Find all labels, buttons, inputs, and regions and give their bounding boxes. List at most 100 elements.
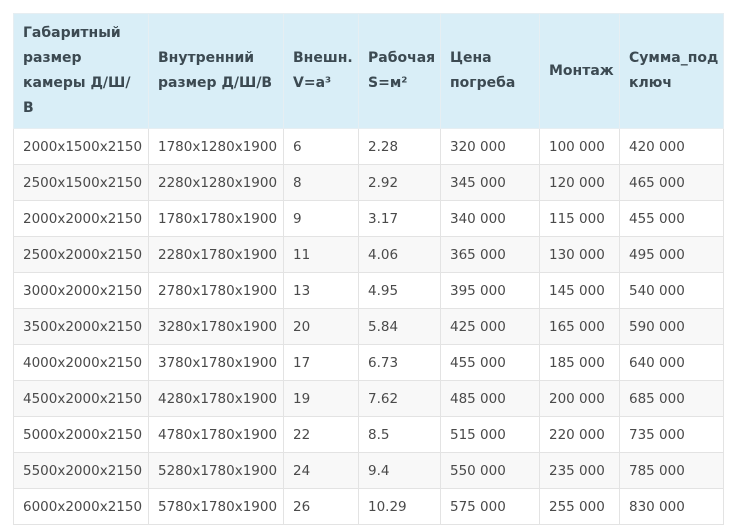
cell-inner-size: 1780x1780x1900	[148, 200, 284, 237]
cell-installation: 185 000	[539, 344, 620, 381]
cell-turnkey-total: 735 000	[619, 416, 724, 453]
cell-installation: 120 000	[539, 164, 620, 201]
table-row: 4000x2000x2150 3780x1780x1900 17 6.73 455 00…	[13, 344, 724, 381]
cell-working-area: 9.4	[358, 452, 441, 489]
cell-outer-volume: 11	[283, 236, 359, 273]
table-row: 5500x2000x2150 5280x1780x1900 24 9.4 550 000…	[13, 452, 724, 489]
cell-installation: 100 000	[539, 128, 620, 165]
cell-price: 425 000	[440, 308, 540, 345]
table-body: 2000x1500x2150 1780x1280x1900 6 2.28 320 000…	[13, 128, 724, 525]
table-row: 3500x2000x2150 3280x1780x1900 20 5.84 425 00…	[13, 308, 724, 345]
cell-inner-size: 5780x1780x1900	[148, 488, 284, 525]
header-price: Цена погреба	[440, 13, 540, 129]
cell-outer-volume: 17	[283, 344, 359, 381]
cell-outer-size: 2000x1500x2150	[13, 128, 149, 165]
cell-price: 515 000	[440, 416, 540, 453]
cell-price: 340 000	[440, 200, 540, 237]
cell-inner-size: 2280x1780x1900	[148, 236, 284, 273]
cell-outer-volume: 22	[283, 416, 359, 453]
cell-outer-volume: 13	[283, 272, 359, 309]
cell-outer-volume: 8	[283, 164, 359, 201]
price-table-container: Габаритный размер камеры Д/Ш/В Внутренни…	[13, 13, 724, 525]
cell-price: 395 000	[440, 272, 540, 309]
cell-price: 365 000	[440, 236, 540, 273]
cell-turnkey-total: 455 000	[619, 200, 724, 237]
cell-inner-size: 4280x1780x1900	[148, 380, 284, 417]
header-outer-size: Габаритный размер камеры Д/Ш/В	[13, 13, 149, 129]
cell-turnkey-total: 420 000	[619, 128, 724, 165]
cell-inner-size: 1780x1280x1900	[148, 128, 284, 165]
cell-installation: 130 000	[539, 236, 620, 273]
cell-turnkey-total: 830 000	[619, 488, 724, 525]
cell-inner-size: 2780x1780x1900	[148, 272, 284, 309]
cell-price: 320 000	[440, 128, 540, 165]
cell-working-area: 4.06	[358, 236, 441, 273]
cell-working-area: 3.17	[358, 200, 441, 237]
header-turnkey-total: Сумма_под ключ	[619, 13, 724, 129]
cell-outer-size: 5000x2000x2150	[13, 416, 149, 453]
cell-working-area: 2.92	[358, 164, 441, 201]
table-row: 2500x2000x2150 2280x1780x1900 11 4.06 365 00…	[13, 236, 724, 273]
cell-inner-size: 5280x1780x1900	[148, 452, 284, 489]
cell-working-area: 2.28	[358, 128, 441, 165]
cell-installation: 200 000	[539, 380, 620, 417]
price-table: Габаритный размер камеры Д/Ш/В Внутренни…	[13, 13, 724, 525]
table-header: Габаритный размер камеры Д/Ш/В Внутренни…	[13, 13, 724, 129]
cell-turnkey-total: 495 000	[619, 236, 724, 273]
cell-price: 550 000	[440, 452, 540, 489]
table-row: 5000x2000x2150 4780x1780x1900 22 8.5 515 000…	[13, 416, 724, 453]
cell-working-area: 6.73	[358, 344, 441, 381]
cell-inner-size: 2280x1280x1900	[148, 164, 284, 201]
cell-inner-size: 4780x1780x1900	[148, 416, 284, 453]
cell-turnkey-total: 640 000	[619, 344, 724, 381]
cell-working-area: 7.62	[358, 380, 441, 417]
cell-inner-size: 3780x1780x1900	[148, 344, 284, 381]
cell-inner-size: 3280x1780x1900	[148, 308, 284, 345]
cell-installation: 145 000	[539, 272, 620, 309]
cell-installation: 255 000	[539, 488, 620, 525]
table-row: 2000x2000x2150 1780x1780x1900 9 3.17 340 000…	[13, 200, 724, 237]
cell-installation: 115 000	[539, 200, 620, 237]
cell-price: 345 000	[440, 164, 540, 201]
cell-price: 485 000	[440, 380, 540, 417]
table-row: 2500x1500x2150 2280x1280x1900 8 2.92 345 000…	[13, 164, 724, 201]
cell-installation: 220 000	[539, 416, 620, 453]
cell-outer-volume: 9	[283, 200, 359, 237]
cell-outer-size: 2000x2000x2150	[13, 200, 149, 237]
cell-outer-volume: 26	[283, 488, 359, 525]
cell-turnkey-total: 540 000	[619, 272, 724, 309]
cell-outer-size: 5500x2000x2150	[13, 452, 149, 489]
cell-turnkey-total: 685 000	[619, 380, 724, 417]
cell-outer-size: 2500x2000x2150	[13, 236, 149, 273]
cell-outer-size: 3000x2000x2150	[13, 272, 149, 309]
cell-installation: 235 000	[539, 452, 620, 489]
header-working-area: Рабочая S=м²	[358, 13, 441, 129]
cell-working-area: 4.95	[358, 272, 441, 309]
cell-working-area: 5.84	[358, 308, 441, 345]
table-row: 4500x2000x2150 4280x1780x1900 19 7.62 485 00…	[13, 380, 724, 417]
cell-outer-size: 2500x1500x2150	[13, 164, 149, 201]
cell-outer-volume: 20	[283, 308, 359, 345]
table-row: 3000x2000x2150 2780x1780x1900 13 4.95 395 00…	[13, 272, 724, 309]
cell-price: 455 000	[440, 344, 540, 381]
cell-turnkey-total: 590 000	[619, 308, 724, 345]
cell-outer-size: 3500x2000x2150	[13, 308, 149, 345]
header-inner-size: Внутренний размер Д/Ш/В	[148, 13, 284, 129]
cell-outer-volume: 19	[283, 380, 359, 417]
cell-outer-size: 6000x2000x2150	[13, 488, 149, 525]
header-row: Габаритный размер камеры Д/Ш/В Внутренни…	[13, 13, 724, 129]
cell-outer-size: 4000x2000x2150	[13, 344, 149, 381]
cell-outer-volume: 24	[283, 452, 359, 489]
cell-outer-volume: 6	[283, 128, 359, 165]
header-outer-volume: Внешн. V=a³	[283, 13, 359, 129]
cell-turnkey-total: 785 000	[619, 452, 724, 489]
table-row: 6000x2000x2150 5780x1780x1900 26 10.29 575 0…	[13, 488, 724, 525]
table-row: 2000x1500x2150 1780x1280x1900 6 2.28 320 000…	[13, 128, 724, 165]
cell-working-area: 8.5	[358, 416, 441, 453]
cell-outer-size: 4500x2000x2150	[13, 380, 149, 417]
cell-price: 575 000	[440, 488, 540, 525]
cell-installation: 165 000	[539, 308, 620, 345]
cell-turnkey-total: 465 000	[619, 164, 724, 201]
cell-working-area: 10.29	[358, 488, 441, 525]
header-installation: Монтаж	[539, 13, 620, 129]
